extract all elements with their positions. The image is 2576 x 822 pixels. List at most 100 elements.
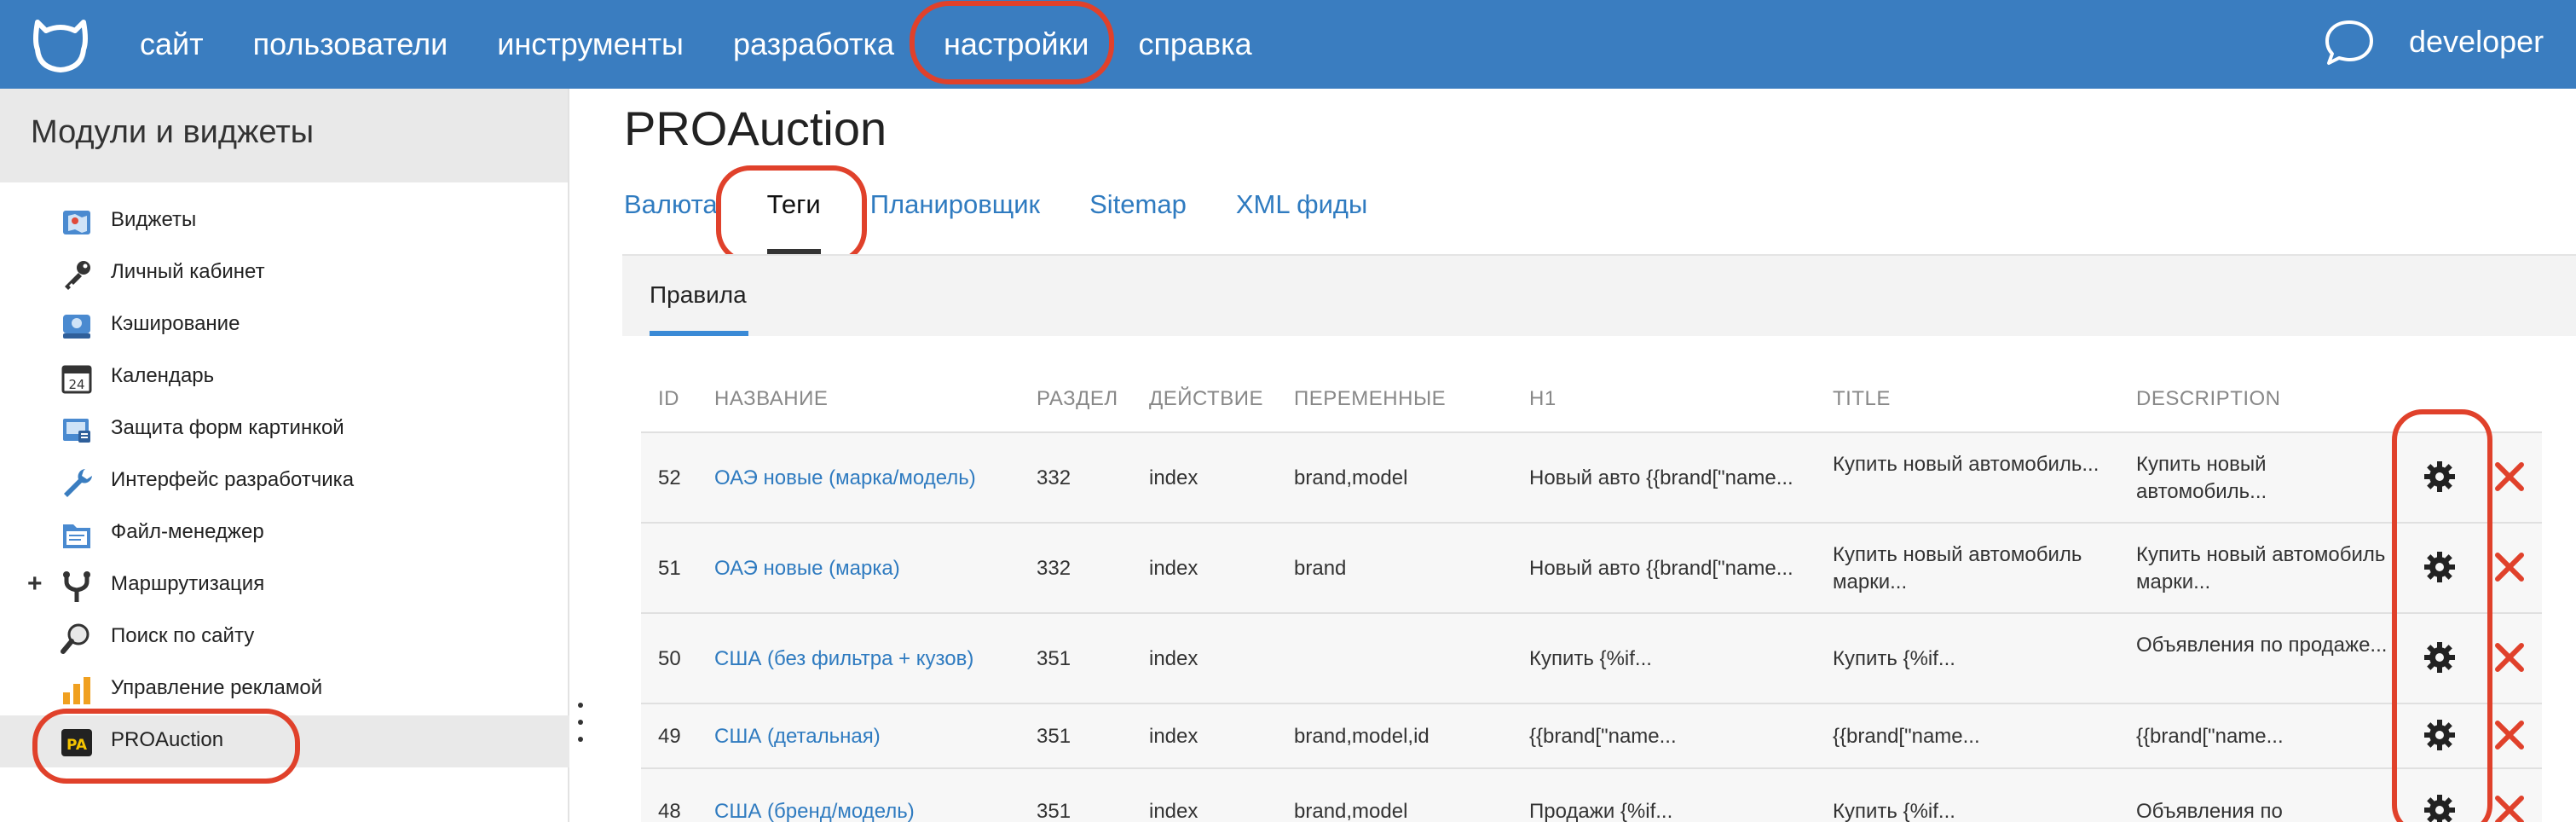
column-header-section[interactable]: РАЗДЕЛ [1037, 387, 1118, 411]
table-row: 50 США (без фильтра + кузов) 351 index Купит… [641, 612, 2542, 703]
tab-currency[interactable]: Валюта [624, 189, 718, 240]
tab-scheduler[interactable]: Планировщик [870, 189, 1040, 240]
tab-xml-feeds[interactable]: XML фиды [1236, 189, 1367, 240]
cell-id: 52 [658, 466, 681, 489]
sidebar-item-proauction[interactable]: PA PROAuction [0, 709, 569, 784]
sidebar-item-account[interactable]: Личный кабинет [0, 247, 569, 299]
bar-chart-icon [63, 677, 90, 704]
sidebar-item-label: Защита форм картинкой [111, 416, 344, 439]
rule-name-link[interactable]: ОАЭ новые (марка/модель) [714, 465, 976, 492]
sidebar-item-site-search[interactable]: Поиск по сайту [0, 611, 569, 663]
hard-drive-icon [63, 315, 90, 339]
svg-text:24: 24 [68, 377, 84, 392]
cell-description: Купить новый автомобиль марки... [2136, 543, 2386, 593]
tab-sitemap[interactable]: Sitemap [1089, 189, 1187, 240]
user-menu[interactable]: developer [2409, 24, 2544, 60]
column-header-h1[interactable]: H1 [1529, 387, 1557, 411]
cell-title: Купить новый автомобиль марки... [1833, 543, 2082, 593]
sidebar-item-label: PROAuction [111, 728, 224, 751]
chat-bubble-icon[interactable] [2324, 19, 2375, 67]
sidebar-item-label: Личный кабинет [111, 260, 265, 283]
cell-description: Купить новый автомобиль... [2136, 453, 2267, 503]
cell-variables: brand [1294, 557, 1347, 580]
sidebar-item-caching[interactable]: Кэширование [0, 299, 569, 351]
rule-name-link[interactable]: США (бренд/модель) [714, 798, 915, 822]
cell-section: 351 [1037, 800, 1071, 822]
sidebar-item-label: Кэширование [111, 312, 240, 335]
delete-x-icon[interactable] [2492, 640, 2527, 674]
subtab-underline [650, 331, 748, 336]
nav-site[interactable]: сайт [140, 26, 204, 62]
cell-description: {{brand["name... [2136, 725, 2284, 748]
file-manager-icon [63, 524, 90, 548]
nav-tools[interactable]: инструменты [497, 26, 684, 62]
nav-settings[interactable]: настройки [909, 1, 1115, 84]
cell-variables: brand,model [1294, 466, 1408, 489]
captcha-icon [63, 419, 90, 443]
sidebar-item-label: Маршрутизация [111, 572, 265, 595]
proauction-icon: PA [61, 729, 92, 756]
nav-users[interactable]: пользователи [253, 26, 448, 62]
subtab-panel: Правила [622, 254, 2576, 336]
rule-name-link[interactable]: ОАЭ новые (марка) [714, 555, 900, 582]
cell-title: Купить {%if... [1833, 647, 1955, 670]
cell-section: 351 [1037, 725, 1071, 748]
cell-title: Купить новый автомобиль... [1833, 453, 2099, 476]
sidebar-item-routing[interactable]: + Маршрутизация [0, 559, 569, 611]
logo-icon[interactable] [31, 15, 90, 73]
table-row: 48 США (бренд/модель) 351 index brand,model П… [641, 767, 2542, 822]
sidebar-item-label: Управление рекламой [111, 676, 323, 699]
sidebar-title: Модули и виджеты [0, 89, 568, 182]
table-row: 49 США (детальная) 351 index brand,model,id {… [641, 703, 2542, 767]
delete-x-icon[interactable] [2492, 718, 2527, 752]
table-row: 51 ОАЭ новые (марка) 332 index brand Новый ав… [641, 522, 2542, 612]
sidebar-item-label: Календарь [111, 364, 215, 387]
sidebar-item-label: Поиск по сайту [111, 624, 255, 647]
column-header-name[interactable]: НАЗВАНИЕ [714, 387, 828, 411]
module-list: Виджеты Личный кабинет Кэширование 24 Ка… [0, 195, 569, 784]
expand-icon[interactable]: + [27, 570, 43, 599]
magnifier-icon [61, 623, 90, 654]
column-header-description[interactable]: DESCRIPTION [2136, 387, 2281, 411]
proauction-icon-text: PA [66, 737, 88, 754]
cell-action: index [1149, 557, 1198, 580]
page-title: PROAuction [624, 101, 887, 155]
sidebar-resize-handle[interactable] [578, 703, 585, 747]
cell-title: Купить {%if... [1833, 800, 1955, 822]
wrench-icon [64, 469, 92, 497]
rule-name-link[interactable]: США (без фильтра + кузов) [714, 645, 973, 673]
cell-id: 50 [658, 647, 681, 670]
routing-icon [63, 571, 90, 602]
cell-action: index [1149, 466, 1198, 489]
module-tabs: Валюта Теги Планировщик Sitemap XML фиды [624, 165, 1417, 264]
sidebar-item-captcha[interactable]: Защита форм картинкой [0, 403, 569, 455]
sidebar-item-calendar[interactable]: 24 Календарь [0, 351, 569, 403]
cell-h1: {{brand["name... [1529, 725, 1677, 748]
sidebar-item-file-manager[interactable]: Файл-менеджер [0, 507, 569, 559]
nav-help[interactable]: справка [1138, 26, 1251, 62]
cell-id: 48 [658, 800, 681, 822]
cell-h1: Купить {%if... [1529, 647, 1652, 670]
cell-id: 51 [658, 557, 681, 580]
sidebar-item-label: Файл-менеджер [111, 520, 264, 543]
rule-name-link[interactable]: США (детальная) [714, 723, 881, 750]
subtab-rules[interactable]: Правила [650, 281, 747, 309]
sidebar-item-widgets[interactable]: Виджеты [0, 195, 569, 247]
cell-section: 351 [1037, 647, 1071, 670]
delete-x-icon[interactable] [2492, 460, 2527, 494]
cell-description: Объявления по [2136, 800, 2283, 822]
delete-x-icon[interactable] [2492, 550, 2527, 584]
sidebar-item-ads[interactable]: Управление рекламой [0, 663, 569, 715]
tab-tags[interactable]: Теги [715, 165, 867, 264]
actions-highlight [2392, 409, 2492, 822]
nav-development[interactable]: разработка [733, 26, 894, 62]
key-icon [65, 261, 90, 290]
table-header: ID НАЗВАНИЕ РАЗДЕЛ ДЕЙСТВИЕ ПЕРЕМЕННЫЕ H… [641, 367, 2542, 431]
column-header-title[interactable]: TITLE [1833, 387, 1891, 411]
delete-x-icon[interactable] [2492, 793, 2527, 822]
sidebar-item-dev-interface[interactable]: Интерфейс разработчика [0, 455, 569, 507]
column-header-action[interactable]: ДЕЙСТВИЕ [1149, 387, 1263, 411]
column-header-variables[interactable]: ПЕРЕМЕННЫЕ [1294, 387, 1446, 411]
sidebar-item-label: Интерфейс разработчика [111, 468, 355, 491]
column-header-id[interactable]: ID [658, 387, 679, 411]
